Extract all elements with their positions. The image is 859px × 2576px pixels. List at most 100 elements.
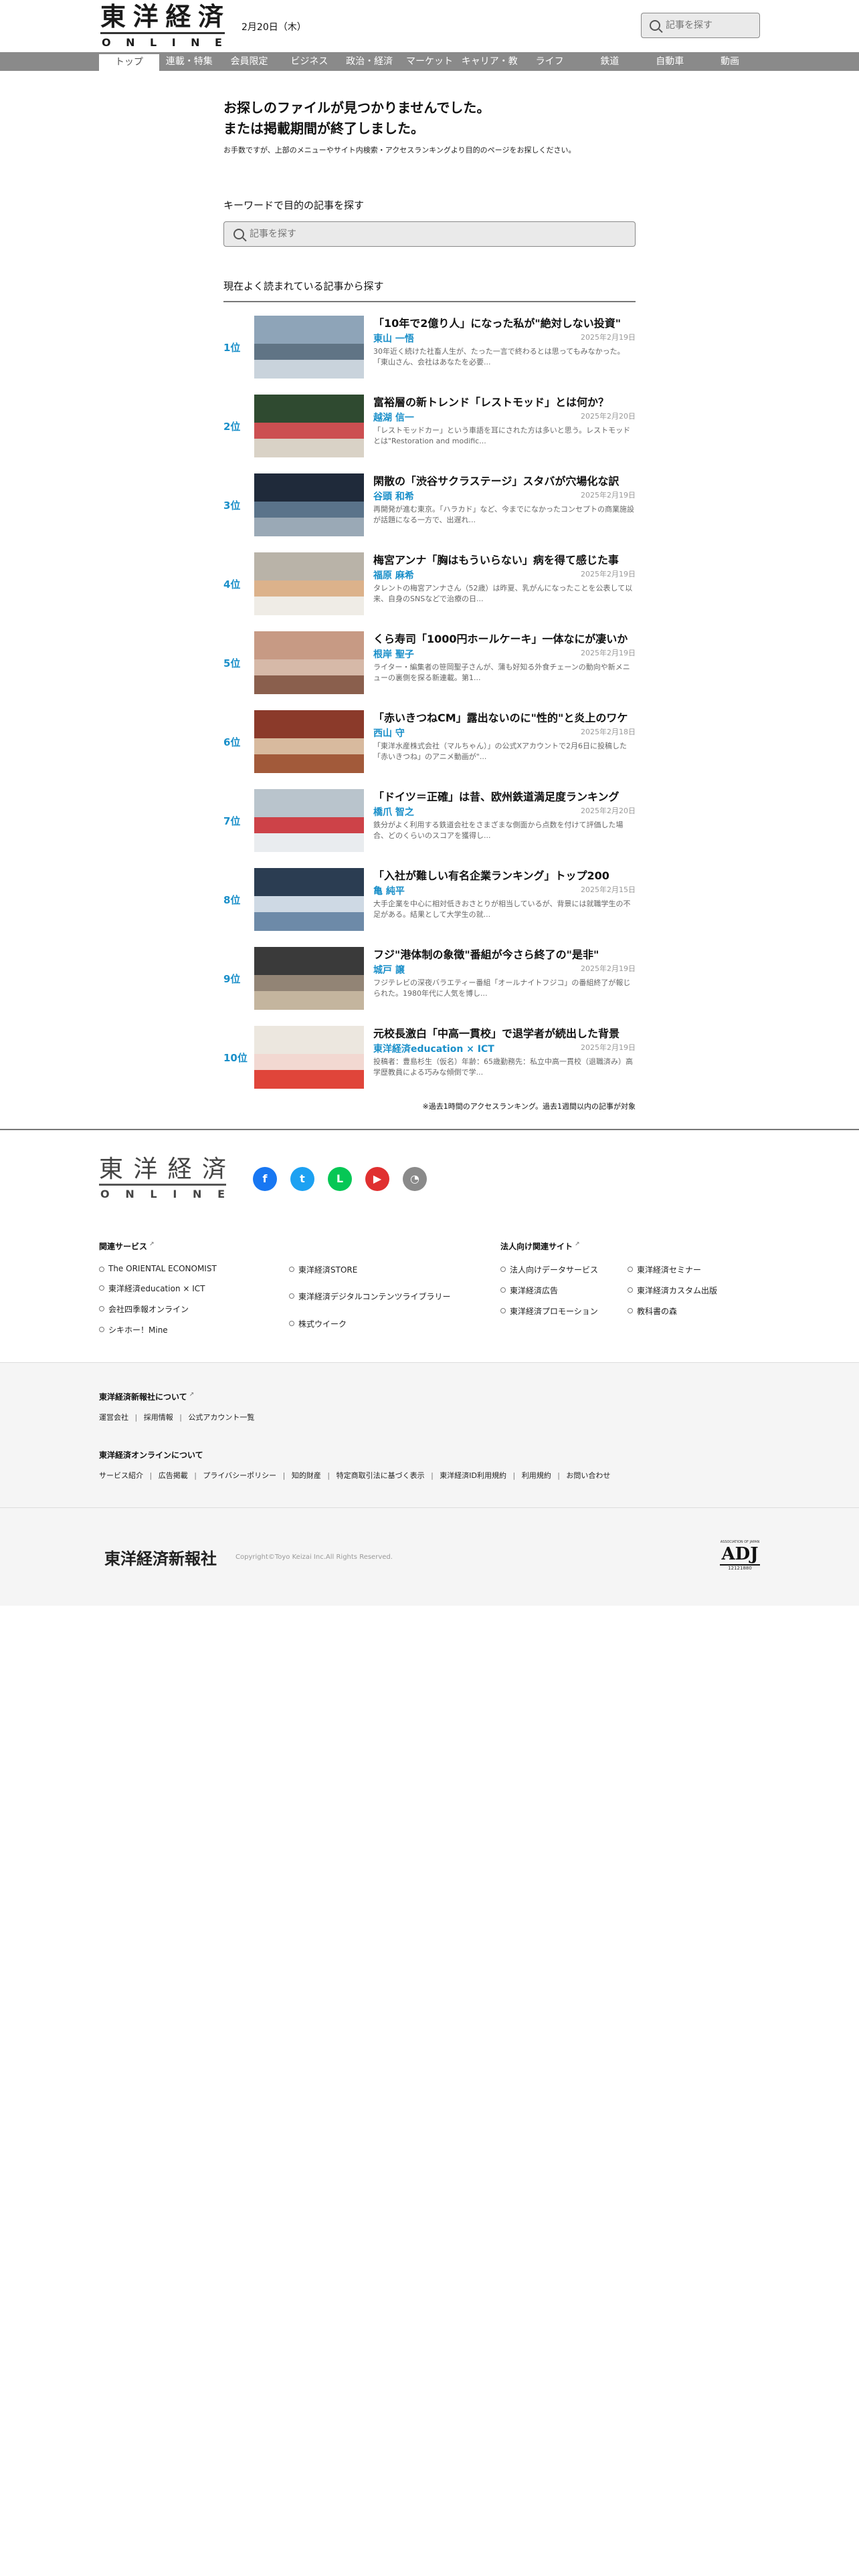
article-author[interactable]: 福原 麻希 xyxy=(373,568,414,582)
about-company-link[interactable]: 運営会社 xyxy=(99,1413,128,1422)
article-title[interactable]: 「ドイツ＝正確」は昔、欧州鉄道満足度ランキング xyxy=(373,790,636,804)
nav-item[interactable]: キャリア・教育 xyxy=(460,52,520,90)
article-title[interactable]: 閑散の「渋谷サクラステージ」スタバが穴場化な訳 xyxy=(373,475,636,488)
ranking-item[interactable]: 5位 くら寿司「1000円ホールケーキ」一体なにが凄いか 根岸 聖子 2025年2月1… xyxy=(223,631,636,694)
corporate-site-link[interactable]: 教科書の森 xyxy=(628,1305,717,1317)
article-title[interactable]: 「赤いきつねCM」露出ないのに"性的"と炎上のワケ xyxy=(373,712,636,725)
about-company-title[interactable]: 東洋経済新報社について xyxy=(99,1391,760,1402)
company-name[interactable]: 東洋経済新報社 xyxy=(104,1545,217,1569)
article-title[interactable]: 富裕層の新トレンド「レストモッド」とは何か？ xyxy=(373,396,636,409)
article-title[interactable]: 「入社が難しい有名企業ランキング」トップ200 xyxy=(373,869,636,883)
about-online-link[interactable]: サービス紹介 xyxy=(99,1471,143,1480)
rank-number: 5位 xyxy=(223,657,241,669)
nav-item[interactable]: 鉄道 xyxy=(580,52,640,90)
ranking-item[interactable]: 4位 梅宮アンナ「胸はもういらない」病を得て感じた事 福原 麻希 2025年2月19日… xyxy=(223,552,636,615)
article-author[interactable]: 東山 一悟 xyxy=(373,332,414,345)
logo-letter: E xyxy=(215,36,223,49)
ranking-item[interactable]: 6位 「赤いきつねCM」露出ないのに"性的"と炎上のワケ 西山 守 2025年2月18… xyxy=(223,710,636,773)
article-thumbnail[interactable] xyxy=(254,316,364,379)
related-service-link[interactable]: 東洋経済STORE xyxy=(289,1264,451,1281)
article-excerpt: 30年近く続けた社畜人生が、たった一言で終わるとは思ってもみなかった。「東山さん… xyxy=(373,347,625,366)
article-meta: 福原 麻希 2025年2月19日 xyxy=(373,568,636,582)
thumbnail-shape xyxy=(254,896,364,912)
related-service-link[interactable]: 会社四季報オンライン xyxy=(99,1303,289,1315)
corporate-site-link[interactable]: 東洋経済カスタム出版 xyxy=(628,1285,717,1296)
footer-logo[interactable]: 東洋経済 O N L I N E xyxy=(99,1157,226,1200)
corporate-site-link[interactable]: 東洋経済プロモーション xyxy=(500,1305,628,1317)
about-online-link[interactable]: プライバシーポリシー xyxy=(188,1471,276,1480)
article-summary: くら寿司「1000円ホールケーキ」一体なにが凄いか 根岸 聖子 2025年2月19日… xyxy=(364,631,636,694)
nav-item[interactable]: 動画 xyxy=(700,52,760,90)
nav-item[interactable]: 連載・特集 xyxy=(159,52,219,90)
article-author[interactable]: 西山 守 xyxy=(373,726,405,740)
global-nav: トップ 連載・特集 会員限定 ビジネス 政治・経済 マーケット キャリア・教育 ライフ 鉄道 自動… xyxy=(0,52,859,90)
nav-item[interactable]: トップ xyxy=(99,52,159,90)
article-thumbnail[interactable] xyxy=(254,473,364,536)
article-thumbnail[interactable] xyxy=(254,395,364,457)
article-thumbnail[interactable] xyxy=(254,1026,364,1089)
article-thumbnail[interactable] xyxy=(254,710,364,773)
header-search-input[interactable] xyxy=(666,20,759,31)
rank-number: 10位 xyxy=(223,1051,248,1064)
article-title[interactable]: くら寿司「1000円ホールケーキ」一体なにが凄いか xyxy=(373,633,636,646)
ranking-item[interactable]: 8位 「入社が難しい有名企業ランキング」トップ200 亀 純平 2025年2月15日大… xyxy=(223,868,636,931)
article-author[interactable]: 城戸 譲 xyxy=(373,963,405,976)
related-service-link[interactable]: The ORIENTAL ECONOMIST xyxy=(99,1264,289,1273)
ranking-item[interactable]: 2位 富裕層の新トレンド「レストモッド」とは何か？ 越湖 信一 2025年2月20日「… xyxy=(223,395,636,457)
corporate-site-link[interactable]: 東洋経済広告 xyxy=(500,1285,628,1296)
related-service-link[interactable]: 株式ウイーク xyxy=(289,1318,451,1335)
nav-item[interactable]: ライフ xyxy=(520,52,580,90)
corporate-sites-col-2: 東洋経済セミナー 東洋経済カスタム出版 教科書の森 xyxy=(628,1264,717,1317)
related-service-link[interactable]: 東洋経済education × ICT xyxy=(99,1283,289,1294)
article-author[interactable]: 亀 純平 xyxy=(373,884,405,897)
ranking-item[interactable]: 10位 元校長激白「中高一貫校」で退学者が続出した背景 東洋経済education … xyxy=(223,1026,636,1089)
article-date: 2025年2月19日 xyxy=(581,964,636,973)
related-service-link[interactable]: 東洋経済デジタルコンテンツライブラリー xyxy=(289,1291,451,1308)
about-online-link[interactable]: お問い合わせ xyxy=(551,1471,611,1480)
related-service-link[interactable]: シキホー！Mine xyxy=(99,1324,289,1335)
youtube-icon[interactable]: ▶ xyxy=(365,1166,389,1191)
line-icon[interactable]: L xyxy=(328,1166,352,1191)
twitter-icon[interactable]: t xyxy=(290,1166,314,1191)
article-thumbnail[interactable] xyxy=(254,789,364,852)
about-online-link[interactable]: 広告掲載 xyxy=(143,1471,188,1480)
facebook-icon[interactable]: f xyxy=(253,1166,277,1191)
about-online-link[interactable]: 特定商取引法に基づく表示 xyxy=(321,1471,425,1480)
about-online-link[interactable]: 東洋経済ID利用規約 xyxy=(425,1471,506,1480)
about-online-link[interactable]: 知的財産 xyxy=(276,1471,321,1480)
article-author[interactable]: 根岸 聖子 xyxy=(373,647,414,661)
ranking-item[interactable]: 9位 フジ"港体制の象徴"番組が今さら終了の"是非" 城戸 譲 2025年2月19日フ… xyxy=(223,947,636,1010)
ranking-item[interactable]: 7位 「ドイツ＝正確」は昔、欧州鉄道満足度ランキング 橋爪 智之 2025年2月20日… xyxy=(223,789,636,852)
article-author[interactable]: 東洋経済education × ICT xyxy=(373,1042,494,1055)
about-online-link[interactable]: 利用規約 xyxy=(506,1471,551,1480)
article-thumbnail[interactable] xyxy=(254,947,364,1010)
keyword-search-box[interactable] xyxy=(223,221,636,247)
article-thumbnail[interactable] xyxy=(254,552,364,615)
ranking-item[interactable]: 1位 「10年で2億り人」になった私が"絶対しない投資" 東山 一悟 2025年2月1… xyxy=(223,316,636,379)
article-date: 2025年2月19日 xyxy=(581,491,636,500)
header-search-box[interactable] xyxy=(641,13,760,38)
site-logo[interactable]: 東洋経済 O N LI N E xyxy=(100,3,225,49)
about-company-link[interactable]: 公式アカウント一覧 xyxy=(173,1413,255,1422)
article-author[interactable]: 橋爪 智之 xyxy=(373,805,414,819)
article-author[interactable]: 谷頭 和希 xyxy=(373,490,414,503)
article-title[interactable]: 梅宮アンナ「胸はもういらない」病を得て感じた事 xyxy=(373,554,636,567)
keyword-search-input[interactable] xyxy=(250,229,635,239)
corporate-site-link[interactable]: 東洋経済セミナー xyxy=(628,1264,717,1275)
ranking-item[interactable]: 3位 閑散の「渋谷サクラステージ」スタバが穴場化な訳 谷頭 和希 2025年2月19日… xyxy=(223,473,636,536)
article-title[interactable]: 元校長激白「中高一貫校」で退学者が続出した背景 xyxy=(373,1027,636,1041)
article-title[interactable]: 「10年で2億り人」になった私が"絶対しない投資" xyxy=(373,317,636,330)
rss-icon[interactable]: ◔ xyxy=(403,1166,427,1191)
nav-item[interactable]: 会員限定 xyxy=(219,52,280,90)
about-company-link[interactable]: 採用情報 xyxy=(128,1413,173,1422)
nav-item[interactable]: 政治・経済 xyxy=(339,52,399,90)
corporate-site-link[interactable]: 法人向けデータサービス xyxy=(500,1264,628,1275)
article-title[interactable]: フジ"港体制の象徴"番組が今さら終了の"是非" xyxy=(373,948,636,962)
article-author[interactable]: 越湖 信一 xyxy=(373,411,414,424)
copyright: Copyright©Toyo Keizai Inc.All Rights Res… xyxy=(235,1553,393,1561)
nav-item[interactable]: ビジネス xyxy=(279,52,339,90)
nav-item[interactable]: マーケット xyxy=(399,52,460,90)
article-thumbnail[interactable] xyxy=(254,868,364,931)
nav-item[interactable]: 自動車 xyxy=(640,52,700,90)
article-thumbnail[interactable] xyxy=(254,631,364,694)
